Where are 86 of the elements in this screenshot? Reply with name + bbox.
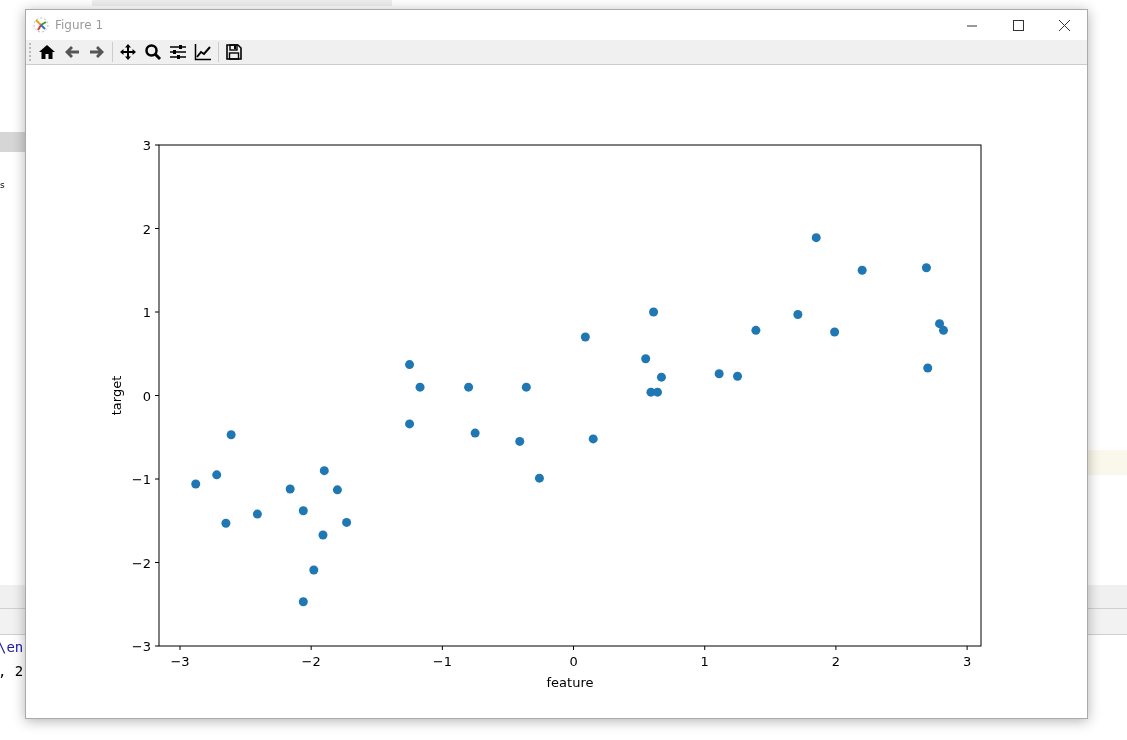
data-point xyxy=(342,517,352,527)
y-tick xyxy=(154,395,160,396)
data-point xyxy=(830,327,840,337)
data-point xyxy=(793,310,803,319)
y-tick-label: −1 xyxy=(131,472,151,487)
right-arrow-icon xyxy=(88,43,106,61)
data-point xyxy=(921,263,931,273)
data-point xyxy=(226,430,236,440)
x-tick-label: 0 xyxy=(569,654,578,669)
x-tick-label: −2 xyxy=(301,654,321,669)
x-axis-label: feature xyxy=(546,675,594,690)
data-point xyxy=(405,360,415,370)
x-tick xyxy=(441,645,443,651)
data-point xyxy=(298,506,308,516)
y-tick-label: 2 xyxy=(142,221,151,237)
data-point xyxy=(649,307,659,317)
app-icon xyxy=(33,17,49,33)
data-point xyxy=(309,565,319,575)
x-tick-label: −1 xyxy=(432,654,452,669)
code-text: , 2 xyxy=(0,662,24,680)
x-tick xyxy=(179,645,181,651)
magnifier-icon xyxy=(144,43,162,61)
y-tick-label: −3 xyxy=(131,639,151,654)
data-point xyxy=(191,479,201,489)
data-point xyxy=(221,518,231,528)
data-point xyxy=(415,382,425,392)
data-point xyxy=(939,325,948,335)
data-point xyxy=(319,466,329,476)
data-point xyxy=(212,470,222,480)
y-tick xyxy=(154,311,160,313)
data-point xyxy=(298,597,308,607)
edit-axes-button[interactable] xyxy=(192,41,214,63)
close-icon xyxy=(1058,19,1070,31)
data-point xyxy=(714,369,724,379)
x-tick-label: −3 xyxy=(170,654,190,669)
data-point xyxy=(751,325,761,335)
x-tick xyxy=(310,645,312,651)
sliders-icon xyxy=(169,43,187,61)
home-icon xyxy=(38,43,56,61)
x-tick-label: 1 xyxy=(700,654,709,669)
data-point xyxy=(252,509,262,519)
data-point xyxy=(515,436,525,446)
y-tick xyxy=(154,228,160,229)
data-point xyxy=(405,419,415,429)
data-point xyxy=(318,530,328,540)
y-tick-label: 3 xyxy=(142,138,151,153)
data-point xyxy=(332,485,342,495)
data-point xyxy=(641,354,651,364)
y-tick-label: 1 xyxy=(142,305,151,320)
y-tick xyxy=(154,478,160,480)
y-tick xyxy=(154,144,160,146)
data-point xyxy=(534,473,544,483)
x-tick xyxy=(966,645,968,651)
maximize-icon xyxy=(1012,19,1024,31)
move-icon xyxy=(119,43,137,61)
data-point xyxy=(923,363,933,373)
data-point xyxy=(857,265,867,275)
y-tick xyxy=(154,645,160,647)
data-point xyxy=(580,332,590,342)
x-tick-label: 3 xyxy=(962,654,972,669)
x-tick-label: 2 xyxy=(831,654,841,669)
data-point xyxy=(733,371,742,381)
x-tick xyxy=(835,645,837,651)
left-arrow-icon xyxy=(63,43,81,61)
data-point xyxy=(285,484,295,494)
x-tick xyxy=(704,645,706,651)
data-point xyxy=(464,382,474,392)
x-tick xyxy=(573,645,575,651)
y-tick-label: 0 xyxy=(142,388,151,404)
y-axis-label: target xyxy=(109,375,124,416)
y-tick xyxy=(154,562,160,563)
data-point xyxy=(521,382,531,392)
window-title: Figure 1 xyxy=(55,18,104,32)
save-button[interactable] xyxy=(223,41,245,63)
data-point xyxy=(653,387,662,397)
zoom-button[interactable] xyxy=(142,41,164,63)
data-point xyxy=(470,428,480,438)
y-tick-label: −2 xyxy=(131,555,151,571)
code-text: s xyxy=(0,179,5,192)
line-highlight xyxy=(1086,450,1127,475)
panel-header xyxy=(0,132,25,152)
data-point xyxy=(588,434,598,444)
data-point xyxy=(811,233,821,243)
data-point xyxy=(656,372,666,382)
line-chart-icon xyxy=(194,43,212,61)
data-point xyxy=(935,319,945,329)
